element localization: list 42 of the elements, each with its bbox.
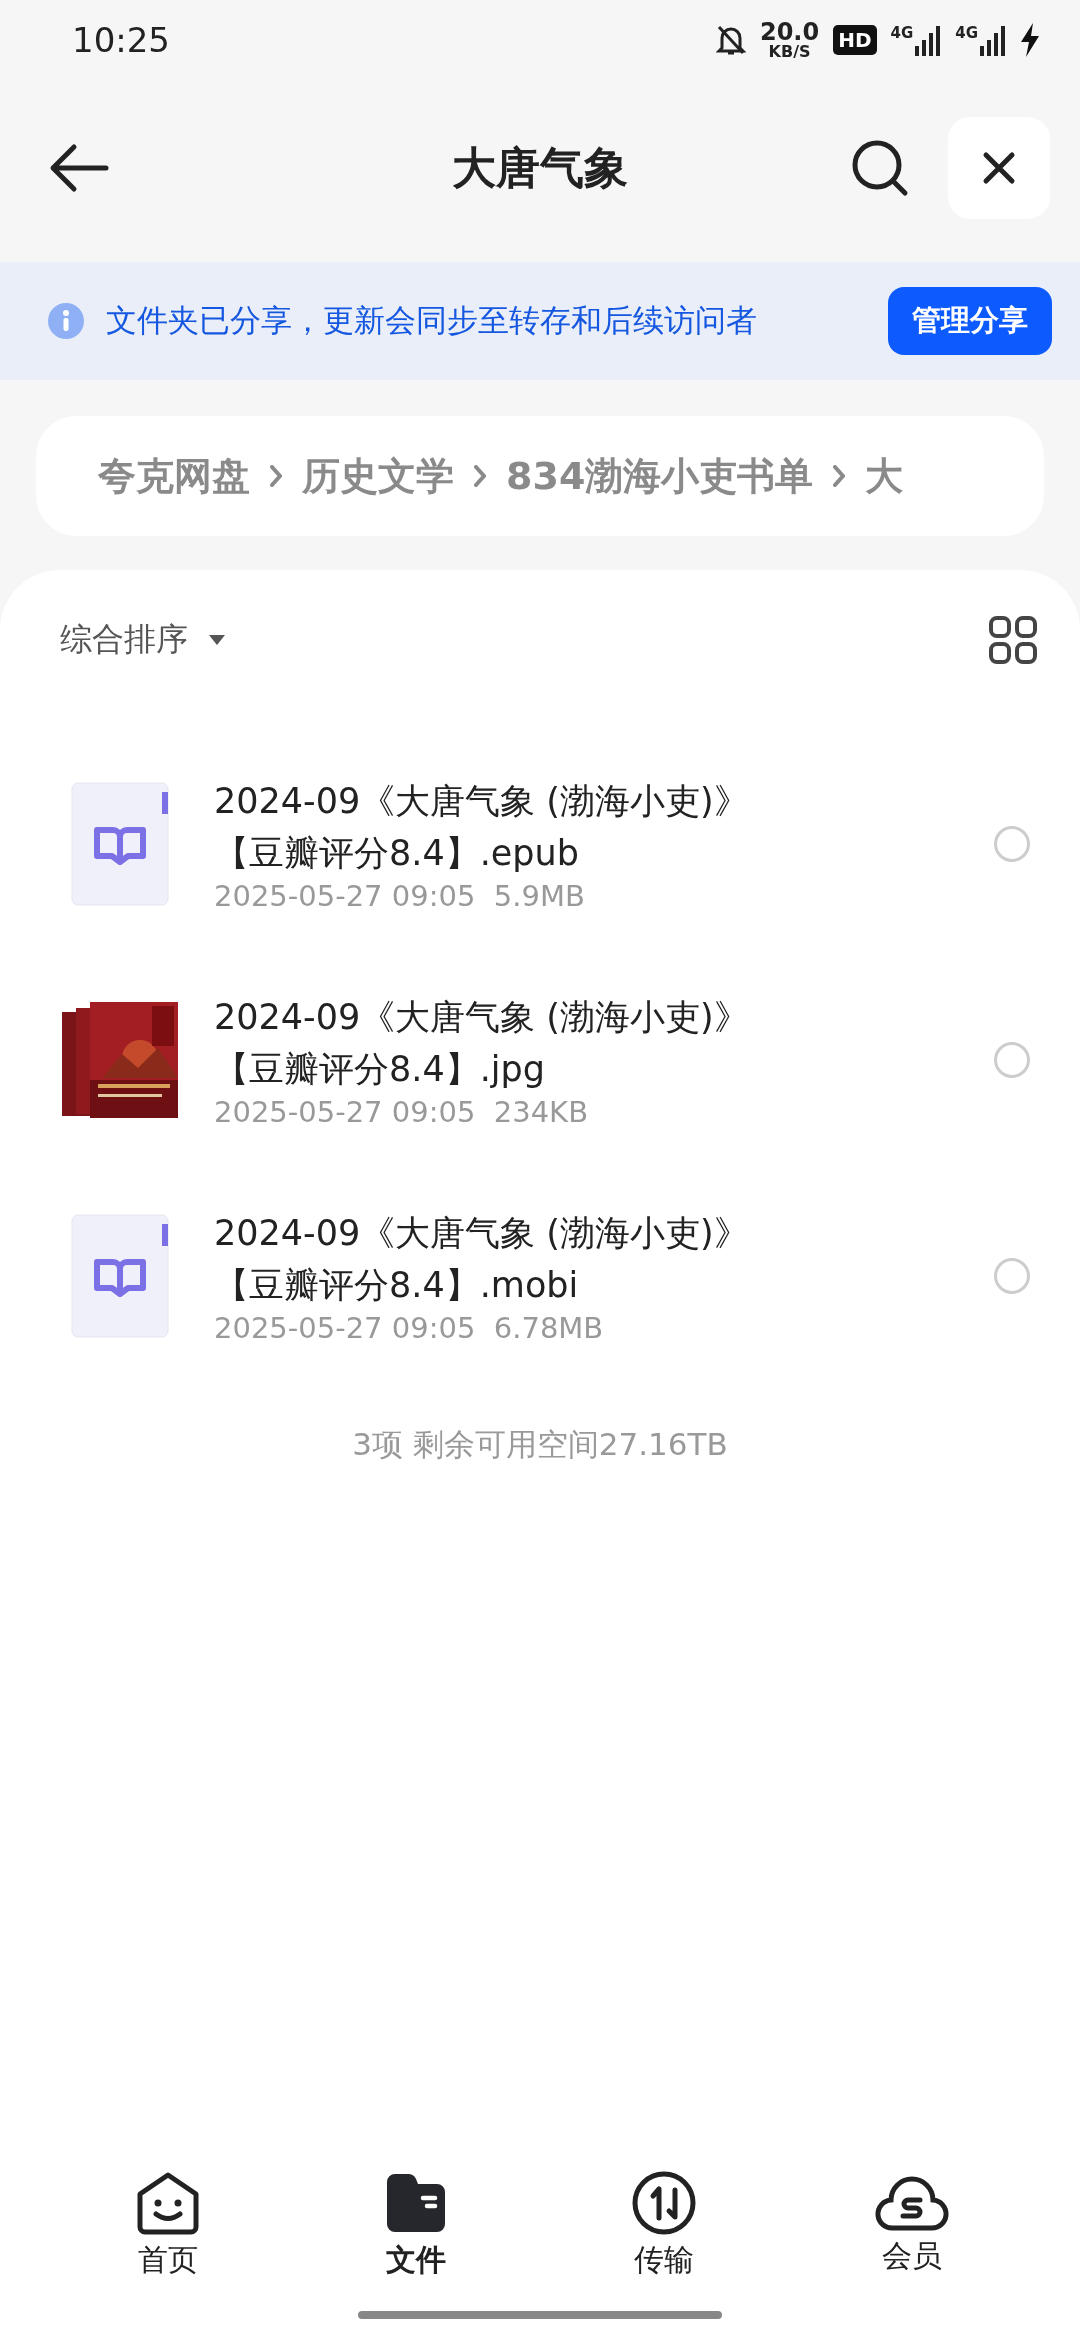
file-meta: 2025-05-27 09:05 6.78MB bbox=[214, 1311, 605, 1345]
dropdown-caret-icon bbox=[208, 634, 226, 646]
ebook-file-icon bbox=[70, 1214, 170, 1338]
storage-summary: 3项 剩余可用空间27.16TB bbox=[351, 1425, 729, 1464]
file-meta: 2025-05-27 09:05 5.9MB bbox=[214, 879, 586, 913]
info-icon bbox=[48, 303, 84, 339]
nav-tab[interactable]: 会员 bbox=[788, 2170, 1036, 2290]
close-button[interactable] bbox=[948, 117, 1050, 219]
grid-view-icon[interactable] bbox=[988, 615, 1038, 665]
file-name: 2024-09《大唐气象 (渤海小吏)》【豆瓣评分8.4】.jpg bbox=[214, 996, 750, 1091]
search-icon[interactable] bbox=[850, 138, 910, 198]
select-radio[interactable] bbox=[994, 1258, 1030, 1294]
file-meta: 2025-05-27 09:05 234KB bbox=[214, 1095, 590, 1129]
signal-indicator: 4G bbox=[890, 24, 942, 56]
sort-dropdown[interactable]: 综合排序 bbox=[60, 618, 226, 662]
close-icon bbox=[982, 151, 1016, 185]
chevron-icon bbox=[270, 465, 282, 487]
select-radio[interactable] bbox=[994, 1042, 1030, 1078]
charging-icon bbox=[1020, 23, 1040, 57]
transfer-icon bbox=[631, 2170, 697, 2236]
nav-tab[interactable]: 首页 bbox=[44, 2170, 292, 2290]
mute-bell-icon bbox=[715, 24, 746, 56]
back-icon[interactable] bbox=[48, 143, 110, 193]
status-time: 10:25 bbox=[72, 20, 170, 60]
ebook-file-icon bbox=[70, 782, 170, 906]
manage-share-button[interactable]: 管理分享 bbox=[888, 287, 1052, 355]
network-speed: 20.0 KB/S bbox=[759, 20, 820, 60]
file-row[interactable]: 2024-09《大唐气象 (渤海小吏)》【豆瓣评分8.4】.mobi 2025-05-27 09:05 6.78MB bbox=[0, 1168, 1080, 1384]
page-title: 大唐气象 bbox=[451, 140, 629, 195]
smiley-home-icon bbox=[135, 2170, 201, 2236]
nav-tab[interactable]: 文件 bbox=[292, 2170, 540, 2290]
share-notice: 文件夹已分享，更新会同步至转存和后续访问者 bbox=[106, 301, 758, 340]
file-name: 2024-09《大唐气象 (渤海小吏)》【豆瓣评分8.4】.epub bbox=[214, 780, 750, 875]
chevron-icon bbox=[833, 465, 846, 487]
file-row[interactable]: 2024-09《大唐气象 (渤海小吏)》【豆瓣评分8.4】.jpg 2025-05-27 09:05 234KB bbox=[0, 952, 1080, 1168]
nav-tab[interactable]: 传输 bbox=[540, 2170, 788, 2290]
chevron-icon bbox=[474, 465, 486, 487]
signal-indicator: 4G bbox=[955, 24, 1006, 56]
file-row[interactable]: 2024-09《大唐气象 (渤海小吏)》【豆瓣评分8.4】.epub 2025-05-27 09:05 5.9MB bbox=[0, 736, 1080, 952]
select-radio[interactable] bbox=[994, 826, 1030, 862]
file-name: 2024-09《大唐气象 (渤海小吏)》【豆瓣评分8.4】.mobi bbox=[214, 1212, 750, 1307]
hd-badge: HD bbox=[833, 25, 877, 55]
